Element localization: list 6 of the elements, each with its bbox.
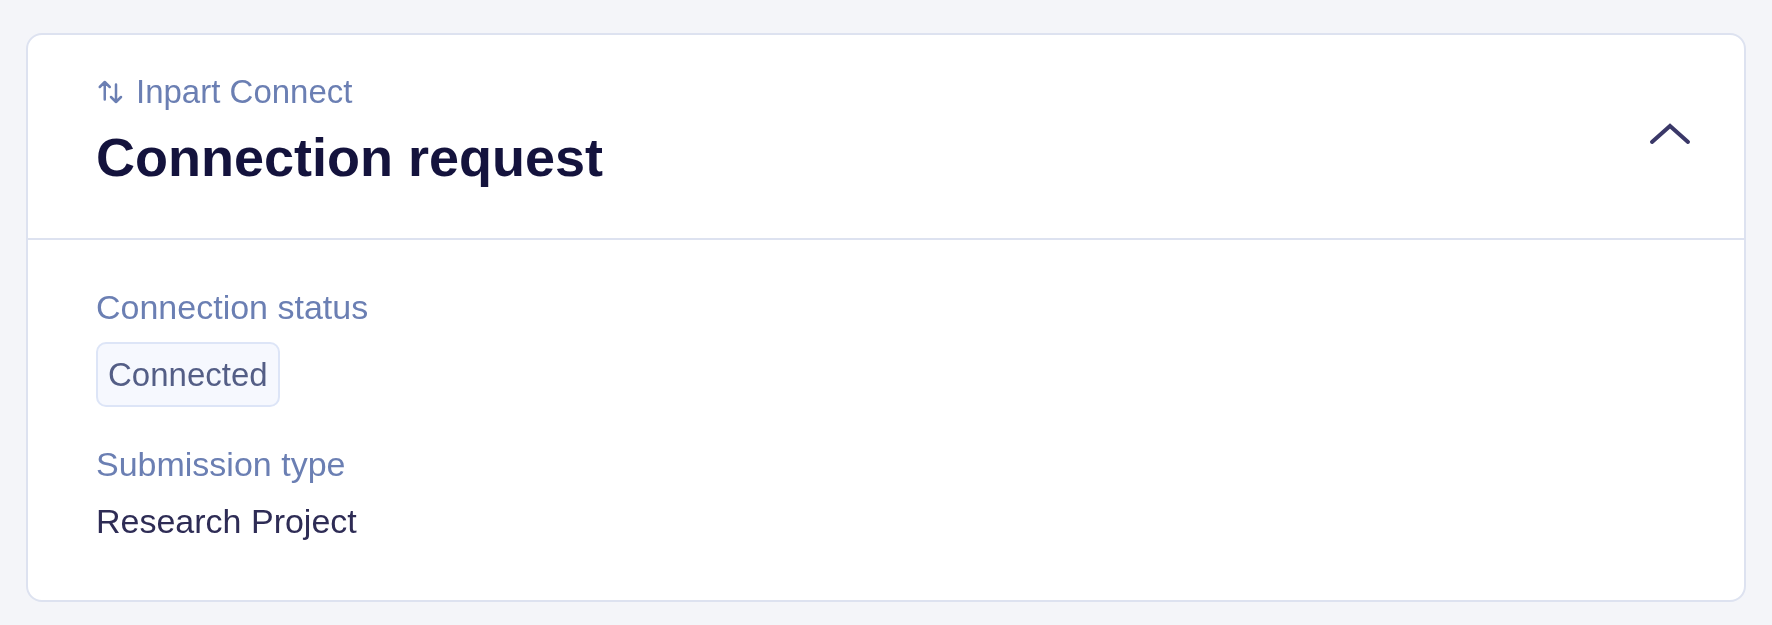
field-label: Connection status [96,286,370,328]
field-label: Submission type [96,444,347,486]
field-value: Research Project [96,500,358,542]
eyebrow-label: Inpart Connect [136,75,353,108]
card-title: Connection request [96,126,604,189]
status-badge: Connected [96,342,280,408]
